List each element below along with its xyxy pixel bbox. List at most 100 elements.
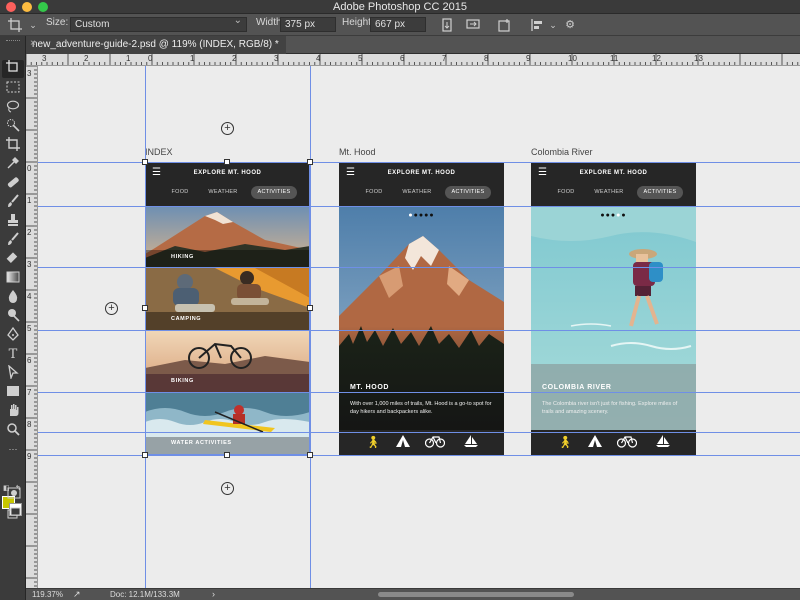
ruler-number: 1 — [190, 54, 195, 63]
tool-preset-chevron-icon[interactable]: ⌄ — [26, 18, 40, 32]
ruler-number: 2 — [232, 54, 237, 63]
transform-handle[interactable] — [224, 452, 230, 458]
ruler-number: 5 — [358, 54, 363, 63]
rectangle-tool-icon[interactable] — [2, 384, 24, 402]
document-tab[interactable]: new_adventure-guide-2.psd @ 119% (INDEX,… — [26, 36, 286, 54]
app-header: ☰ EXPLORE MT. HOOD FOOD WEATHER ACTIVITI… — [531, 162, 696, 206]
artboard-label[interactable]: Mt. Hood — [339, 147, 376, 157]
edit-toolbar-icon[interactable]: ··· — [2, 440, 24, 458]
tab-activities: ACTIVITIES — [637, 186, 683, 199]
options-bar: ⌄ Size: Custom Width: 375 px Height: 667… — [0, 14, 800, 36]
dodge-tool-icon[interactable] — [2, 308, 24, 326]
ruler-number: 3 — [27, 69, 32, 78]
zoom-level[interactable]: 119.37% — [32, 590, 63, 599]
guide-vertical[interactable] — [310, 66, 311, 588]
ruler-number: 4 — [27, 292, 32, 301]
carousel-dots: ●●●●● — [600, 212, 627, 219]
tab-activities: ACTIVITIES — [445, 186, 491, 199]
zoom-tool-icon[interactable] — [2, 422, 24, 440]
carousel-dots: ●●●●● — [408, 212, 435, 219]
transform-handle[interactable] — [142, 305, 148, 311]
tab-close-icon[interactable]: × — [30, 38, 36, 49]
ruler-number: 0 — [148, 54, 153, 63]
blur-tool-icon[interactable] — [2, 289, 24, 307]
quick-mask-icon[interactable] — [3, 486, 25, 504]
orientation-portrait-icon[interactable] — [440, 18, 454, 32]
healing-brush-tool-icon[interactable] — [2, 175, 24, 193]
horizontal-scrollbar[interactable] — [378, 592, 574, 597]
transform-handle[interactable] — [307, 159, 313, 165]
ruler-number: 3 — [274, 54, 279, 63]
height-field[interactable]: 667 px — [370, 17, 426, 32]
add-artboard-plus-icon[interactable]: + — [221, 122, 234, 135]
add-artboard-icon[interactable] — [498, 18, 512, 32]
eraser-tool-icon[interactable] — [2, 251, 24, 269]
toolbox-grip[interactable] — [6, 40, 20, 43]
bottom-tab-bar: 🚶︎ — [339, 430, 504, 455]
ruler-number: 0 — [27, 164, 32, 173]
status-bar: 119.37% ↗ Doc: 12.1M/133.3M › — [26, 588, 800, 600]
document-canvas[interactable]: INDEX ☰ EXPLORE MT. HOOD FOOD WEATHER AC… — [38, 66, 800, 588]
transform-handle[interactable] — [142, 452, 148, 458]
screen-mode-icon[interactable] — [3, 506, 25, 524]
marquee-tool-icon[interactable] — [2, 80, 24, 98]
path-selection-tool-icon[interactable] — [2, 364, 24, 383]
brush-tool-icon[interactable] — [2, 194, 24, 212]
app-title: EXPLORE MT. HOOD — [387, 170, 456, 176]
align-icon[interactable] — [530, 18, 544, 32]
guide-horizontal[interactable] — [38, 455, 800, 456]
tab-food: FOOD — [365, 189, 383, 195]
artboard-tool-icon[interactable] — [8, 18, 22, 32]
tab-weather: WEATHER — [594, 189, 624, 195]
size-select-value: Custom — [75, 19, 110, 30]
ruler-number: 4 — [316, 54, 321, 63]
width-field[interactable]: 375 px — [280, 17, 336, 32]
align-chevron-icon[interactable]: ⌄ — [546, 18, 560, 32]
app-title: Adobe Photoshop CC 2015 — [333, 1, 467, 13]
hero-title: MT. HOOD — [350, 384, 390, 391]
share-icon[interactable]: ↗ — [73, 589, 81, 600]
ruler-number: 6 — [27, 356, 32, 365]
horizontal-ruler[interactable]: 3 2 1 0 1 2 3 4 5 6 7 8 9 10 11 12 13 — [26, 54, 800, 66]
transform-handle[interactable] — [307, 305, 313, 311]
lasso-tool-icon[interactable] — [2, 99, 24, 117]
artboard-label[interactable]: Colombia River — [531, 147, 593, 157]
pen-tool-icon[interactable] — [2, 326, 24, 345]
sailboat-icon — [653, 434, 673, 450]
ruler-number: 1 — [126, 54, 131, 63]
status-menu-chevron-icon[interactable]: › — [212, 589, 215, 599]
app-header: ☰ EXPLORE MT. HOOD FOOD WEATHER ACTIVITI… — [339, 162, 504, 206]
vertical-ruler[interactable]: 3 0 1 2 3 4 5 6 7 8 9 — [26, 66, 38, 588]
transform-handle[interactable] — [307, 452, 313, 458]
ruler-number: 9 — [526, 54, 531, 63]
ruler-number: 2 — [27, 228, 32, 237]
orientation-landscape-icon[interactable] — [466, 18, 480, 32]
quick-select-tool-icon[interactable] — [2, 118, 24, 136]
history-brush-tool-icon[interactable] — [2, 232, 24, 250]
toolbox: T ··· ◧ ↰ — [0, 36, 26, 600]
ruler-number: 7 — [27, 388, 32, 397]
eyedropper-tool-icon[interactable] — [2, 156, 24, 174]
add-artboard-plus-icon[interactable]: + — [105, 302, 118, 315]
transform-handle[interactable] — [224, 159, 230, 165]
ruler-number: 8 — [27, 420, 32, 429]
artboard-tool-icon[interactable] — [2, 60, 24, 78]
artboard-label[interactable]: INDEX — [145, 147, 173, 157]
hand-tool-icon[interactable] — [2, 403, 24, 421]
ruler-number: 9 — [27, 452, 32, 461]
clone-stamp-tool-icon[interactable] — [2, 213, 24, 231]
add-artboard-plus-icon[interactable]: + — [221, 482, 234, 495]
ruler-number: 7 — [442, 54, 447, 63]
transform-handle[interactable] — [142, 159, 148, 165]
ruler-number: 2 — [84, 54, 89, 63]
bike-icon — [424, 434, 446, 450]
crop-tool-icon[interactable] — [2, 137, 24, 155]
size-select[interactable]: Custom — [70, 15, 247, 32]
document-tab-bar: new_adventure-guide-2.psd @ 119% (INDEX,… — [26, 36, 800, 54]
gradient-tool-icon[interactable] — [2, 270, 24, 288]
type-tool-icon[interactable]: T — [2, 346, 24, 364]
ruler-number: 6 — [400, 54, 405, 63]
hiking-icon: 🚶︎ — [365, 435, 381, 449]
camping-tent-icon — [585, 434, 605, 450]
gear-icon[interactable]: ⚙ — [563, 18, 577, 32]
